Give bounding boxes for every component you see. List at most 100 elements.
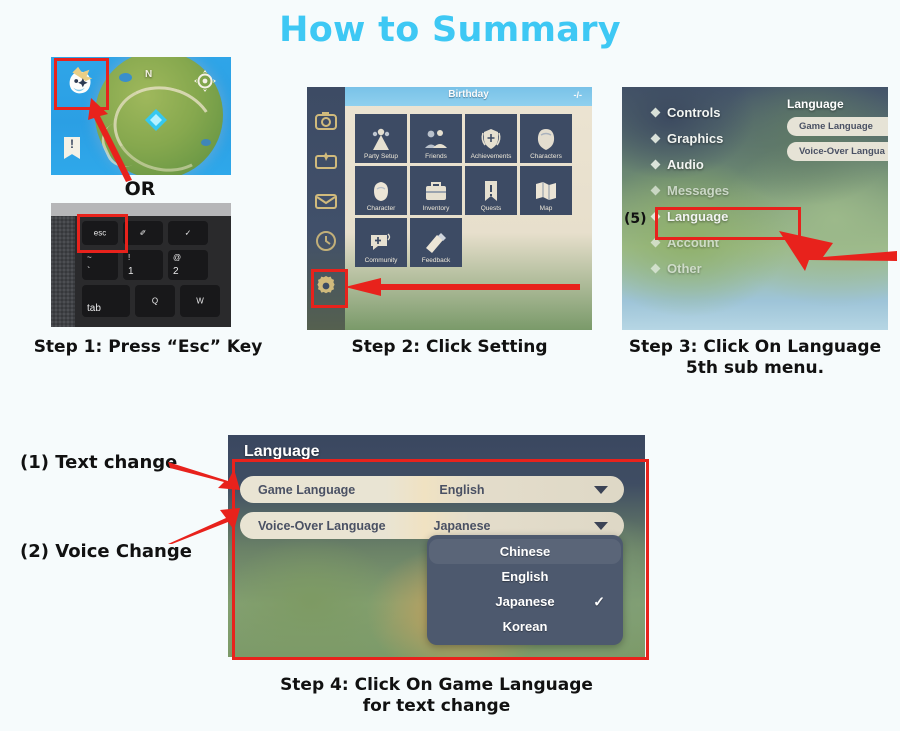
how-to-summary-page: How to Summary N ! OR esc ✐ ✓ ~ ` ! 1 @ … xyxy=(0,0,900,731)
highlight-box-settings-gear xyxy=(311,269,348,308)
step4-caption-line2: for text change xyxy=(362,696,511,717)
menu-tile-quests[interactable]: Quests xyxy=(465,166,517,215)
key-2-top: @ xyxy=(173,253,182,262)
menu-tile-feedback[interactable]: Feedback xyxy=(410,218,462,267)
key-1-bottom: 1 xyxy=(128,266,134,277)
paimon-menu-header-title: Birthday xyxy=(448,89,489,100)
key-tilde-top: ~ xyxy=(87,253,92,262)
annotation-text-change: (1) Text change xyxy=(20,452,178,473)
diamond-bullet-icon xyxy=(650,107,661,117)
step3-caption-line2: 5th sub menu. xyxy=(685,358,825,379)
key-tab-label: tab xyxy=(87,303,101,314)
menu-tile-label: Inventory xyxy=(422,204,450,212)
party-setup-icon xyxy=(368,126,394,152)
menu-tile-label: Quests xyxy=(480,204,502,212)
arrow-to-game-language-row-icon xyxy=(168,462,240,490)
inventory-icon xyxy=(423,178,449,204)
menu-tile-map[interactable]: Map xyxy=(520,166,572,215)
step2-caption: Step 2: Click Setting xyxy=(351,337,548,357)
arrow-to-settings-gear-icon xyxy=(345,278,580,296)
settings-item-label: Audio xyxy=(667,156,704,172)
settings-row-game-language[interactable]: Game Language xyxy=(787,117,888,136)
settings-detail-pane: Language Game Language Voice-Over Langua xyxy=(787,97,888,167)
menu-tile-character[interactable]: Character xyxy=(355,166,407,215)
settings-menu-list: Controls Graphics Audio Messages Languag… xyxy=(650,99,782,281)
settings-row-voice-over-language[interactable]: Voice-Over Langua xyxy=(787,142,888,161)
key-f1[interactable]: ✐ xyxy=(123,221,163,245)
settings-item-audio[interactable]: Audio xyxy=(650,151,782,177)
menu-tile-achievements[interactable]: Achievements xyxy=(465,114,517,163)
highlight-box-language-settings xyxy=(232,459,649,660)
events-clock-icon[interactable] xyxy=(314,229,338,253)
feedback-icon xyxy=(423,230,449,256)
settings-detail-title: Language xyxy=(787,97,844,111)
diamond-bullet-icon xyxy=(650,263,661,273)
keyboard-speaker-grill xyxy=(51,216,75,327)
settings-item-messages[interactable]: Messages xyxy=(650,177,782,203)
eye-marker-icon[interactable] xyxy=(193,69,217,93)
key-q-label: Q xyxy=(151,296,159,306)
key-2-bottom: 2 xyxy=(173,266,179,277)
menu-tile-community[interactable]: Community xyxy=(355,218,407,267)
menu-tile-label: Community xyxy=(364,256,398,264)
key-tilde[interactable]: ~ ` xyxy=(82,250,118,280)
or-label: OR xyxy=(124,178,156,200)
key-1-top: ! xyxy=(128,253,131,262)
paimon-menu-header-counter: -/- xyxy=(573,90,583,100)
menu-tile-label: Achievements xyxy=(470,152,512,160)
step3-caption-line1: Step 3: Click On Language xyxy=(628,337,882,357)
key-1[interactable]: ! 1 xyxy=(123,250,163,280)
characters-icon xyxy=(533,126,559,152)
battle-pass-icon[interactable] xyxy=(314,149,338,173)
highlight-box-esc-key xyxy=(77,214,128,253)
key-f2-label: ✓ xyxy=(184,228,192,238)
menu-tile-party-setup[interactable]: Party Setup xyxy=(355,114,407,163)
menu-tile-label: Friends xyxy=(425,152,447,160)
annotation-voice-change: (2) Voice Change xyxy=(20,541,192,562)
settings-item-label: Controls xyxy=(667,104,721,120)
page-title: How to Summary xyxy=(279,10,621,50)
step3-caption: Step 3: Click On Language 5th sub menu. xyxy=(612,337,898,380)
key-w[interactable]: W xyxy=(180,285,220,317)
key-f2[interactable]: ✓ xyxy=(168,221,208,245)
key-f1-label: ✐ xyxy=(139,228,147,238)
step4-caption-line1: Step 4: Click On Game Language xyxy=(280,675,593,695)
mail-icon[interactable] xyxy=(314,189,338,213)
settings-item-label: Other xyxy=(667,260,702,276)
quests-icon xyxy=(478,178,504,204)
key-tab[interactable]: tab xyxy=(82,285,130,317)
menu-tile-label: Characters xyxy=(530,152,562,160)
map-icon xyxy=(533,178,559,204)
settings-item-controls[interactable]: Controls xyxy=(650,99,782,125)
minimap-lake xyxy=(119,73,132,82)
step4-caption: Step 4: Click On Game Language for text … xyxy=(228,675,645,718)
step3-order-marker: (5) xyxy=(624,211,647,227)
key-tilde-bottom: ` xyxy=(87,266,91,277)
settings-item-label: Graphics xyxy=(667,130,724,146)
diamond-bullet-icon xyxy=(650,133,661,143)
community-icon xyxy=(368,230,394,256)
paimon-menu-header: Birthday -/- xyxy=(345,87,592,106)
camera-icon[interactable] xyxy=(314,109,338,133)
friends-icon xyxy=(423,126,449,152)
menu-tile-label: Party Setup xyxy=(364,152,398,160)
arrow-to-voice-over-row-icon xyxy=(168,508,240,544)
diamond-bullet-icon xyxy=(650,185,661,195)
arrow-to-paimon-icon xyxy=(88,98,132,182)
key-2[interactable]: @ 2 xyxy=(168,250,208,280)
settings-item-other[interactable]: Other xyxy=(650,255,782,281)
achievements-icon xyxy=(478,126,504,152)
key-q[interactable]: Q xyxy=(135,285,175,317)
menu-tile-label: Character xyxy=(366,204,396,212)
settings-item-graphics[interactable]: Graphics xyxy=(650,125,782,151)
menu-tile-label: Map xyxy=(539,204,553,212)
menu-tile-characters[interactable]: Characters xyxy=(520,114,572,163)
arrow-to-language-item-icon xyxy=(779,231,897,271)
menu-tile-friends[interactable]: Friends xyxy=(410,114,462,163)
character-icon xyxy=(368,178,394,204)
menu-tile-label: Feedback xyxy=(421,256,451,264)
menu-tile-inventory[interactable]: Inventory xyxy=(410,166,462,215)
settings-item-label: Messages xyxy=(667,182,730,198)
paimon-menu-grid: Party Setup Friends Achievements Charact… xyxy=(355,114,577,267)
diamond-bullet-icon xyxy=(650,159,661,169)
